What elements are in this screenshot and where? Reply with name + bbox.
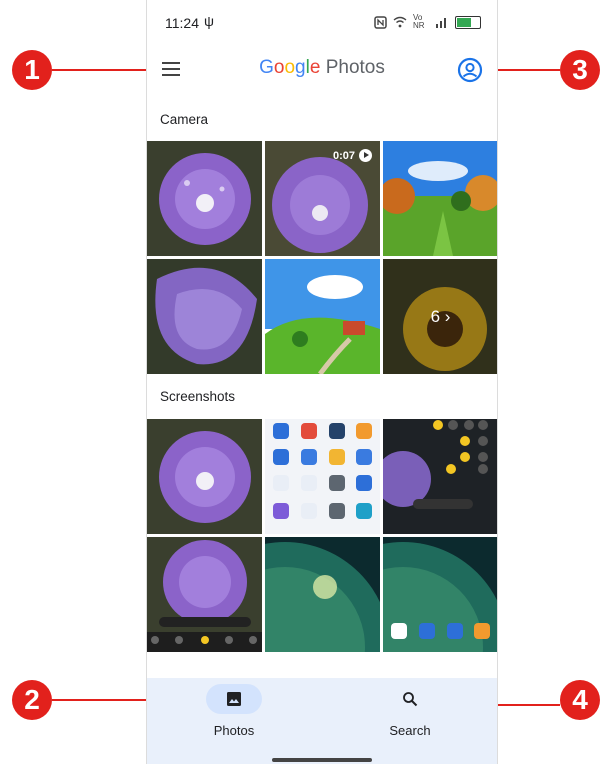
callout-2-number: 2: [24, 684, 40, 715]
screenshots-grid: [147, 419, 497, 652]
callout-4-number: 4: [572, 684, 588, 715]
screenshot-tile[interactable]: [383, 419, 497, 534]
home-indicator[interactable]: [272, 758, 372, 762]
callout-3: 3: [560, 50, 600, 90]
screenshot-tile[interactable]: [265, 537, 380, 652]
callout-1-line: [52, 69, 152, 71]
video-duration-badge: 0:07: [333, 149, 372, 162]
callout-4: 4: [560, 680, 600, 720]
search-icon: [403, 692, 418, 707]
screenshot-tile[interactable]: [147, 419, 262, 534]
phone-screen: 11:24 ψ Vo NR Google Photos Camera 0:07 …: [146, 0, 498, 764]
photo-tile[interactable]: [147, 141, 262, 256]
app-logo: Google Photos: [147, 57, 497, 79]
logo-letter: G: [259, 57, 274, 78]
logo-letter: e: [309, 57, 321, 78]
callout-3-number: 3: [572, 54, 588, 85]
logo-letter: o: [284, 57, 296, 78]
nav-search-label: Search: [389, 723, 431, 738]
nav-photos-label: Photos: [213, 723, 255, 738]
status-icons: Vo NR: [374, 14, 481, 30]
usb-icon: ψ: [204, 13, 214, 29]
photo-tile-more[interactable]: 6 ›: [383, 259, 497, 374]
account-icon[interactable]: [457, 57, 483, 83]
logo-product: Photos: [325, 57, 385, 78]
callout-1-number: 1: [24, 54, 40, 85]
nav-photos-pill: [206, 684, 262, 714]
status-time: 11:24: [165, 15, 199, 31]
top-app-bar: Google Photos: [147, 50, 497, 90]
bottom-navigation: Photos Search: [147, 678, 497, 764]
callout-2: 2: [12, 680, 52, 720]
video-duration: 0:07: [332, 149, 355, 162]
play-icon: [359, 149, 372, 162]
more-count-overlay: 6 ›: [383, 259, 497, 374]
status-bar: 11:24 ψ Vo NR: [147, 0, 497, 44]
signal-icon: [436, 18, 446, 28]
nav-search[interactable]: Search: [350, 684, 470, 738]
camera-grid: 0:07 6 ›: [147, 141, 497, 374]
chevron-right-icon: ›: [444, 306, 451, 326]
screenshot-tile[interactable]: [265, 419, 380, 534]
battery-icon: [455, 15, 481, 29]
wifi-icon: [393, 16, 407, 28]
screenshot-tile[interactable]: [383, 537, 497, 652]
photo-tile[interactable]: [383, 141, 497, 256]
nav-search-pill: [382, 684, 438, 714]
nfc-icon: [374, 15, 387, 29]
more-count: 6: [430, 306, 441, 326]
photo-tile[interactable]: [147, 259, 262, 374]
screenshot-tile[interactable]: [147, 537, 262, 652]
section-title-screenshots: Screenshots: [160, 389, 236, 404]
nav-photos[interactable]: Photos: [174, 684, 294, 738]
video-tile[interactable]: 0:07: [265, 141, 380, 256]
logo-letter: g: [295, 57, 306, 78]
photo-tile[interactable]: [265, 259, 380, 374]
callout-1: 1: [12, 50, 52, 90]
photos-icon: [227, 692, 241, 706]
section-title-camera: Camera: [160, 112, 209, 127]
logo-letter: o: [273, 57, 285, 78]
network-label: Vo NR: [413, 13, 425, 30]
